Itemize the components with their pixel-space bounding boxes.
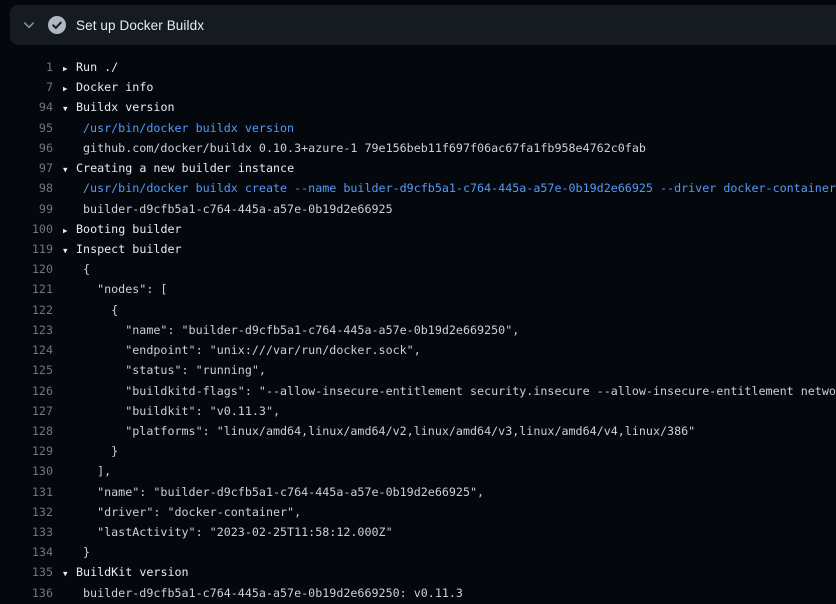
- log-text: Buildx version: [76, 97, 175, 117]
- line-number[interactable]: 129: [0, 441, 53, 461]
- chevron-down-icon[interactable]: [22, 18, 36, 32]
- log-line[interactable]: 128 "platforms": "linux/amd64,linux/amd6…: [0, 421, 836, 441]
- log-text: github.com/docker/buildx 0.10.3+azure-1 …: [83, 138, 646, 158]
- line-number[interactable]: 97: [0, 158, 53, 178]
- line-number[interactable]: 121: [0, 279, 53, 299]
- line-number[interactable]: 127: [0, 401, 53, 421]
- log-text: Creating a new builder instance: [76, 158, 294, 178]
- log-text: "buildkit": "v0.11.3",: [83, 401, 280, 421]
- log-text: builder-d9cfb5a1-c764-445a-a57e-0b19d2e6…: [83, 199, 393, 219]
- check-circle-icon: [47, 15, 67, 35]
- line-number[interactable]: 125: [0, 360, 53, 380]
- group-toggle-icon[interactable]: ▼: [63, 241, 76, 259]
- group-toggle-icon[interactable]: ▶: [63, 79, 76, 97]
- group-toggle-icon[interactable]: ▶: [63, 59, 76, 77]
- log-line[interactable]: 136 builder-d9cfb5a1-c764-445a-a57e-0b19…: [0, 583, 836, 603]
- log-text: }: [83, 441, 118, 461]
- log-line[interactable]: 129 }: [0, 441, 836, 461]
- line-number[interactable]: 98: [0, 178, 53, 198]
- log-line[interactable]: 1 ▶ Run ./: [0, 57, 836, 77]
- line-number[interactable]: 128: [0, 421, 53, 441]
- group-toggle-icon[interactable]: ▼: [63, 160, 76, 178]
- log-line[interactable]: 120 {: [0, 259, 836, 279]
- log-line[interactable]: 119 ▼ Inspect builder: [0, 239, 836, 259]
- line-number[interactable]: 96: [0, 138, 53, 158]
- log-line[interactable]: 124 "endpoint": "unix:///var/run/docker.…: [0, 340, 836, 360]
- line-number[interactable]: 95: [0, 118, 53, 138]
- line-number[interactable]: 1: [0, 57, 53, 77]
- line-number[interactable]: 7: [0, 77, 53, 97]
- log-text: {: [83, 259, 90, 279]
- log-text: ],: [83, 461, 111, 481]
- line-number[interactable]: 135: [0, 562, 53, 582]
- log-line[interactable]: 123 "name": "builder-d9cfb5a1-c764-445a-…: [0, 320, 836, 340]
- log-text: Booting builder: [76, 219, 182, 239]
- log-viewer: Set up Docker Buildx 1 ▶ Run ./ 7 ▶ Dock…: [0, 0, 836, 604]
- line-number[interactable]: 126: [0, 381, 53, 401]
- log-text: "buildkitd-flags": "--allow-insecure-ent…: [83, 381, 836, 401]
- log-line[interactable]: 126 "buildkitd-flags": "--allow-insecure…: [0, 381, 836, 401]
- log-text: Inspect builder: [76, 239, 182, 259]
- group-toggle-icon[interactable]: ▼: [63, 564, 76, 582]
- log-text: }: [83, 542, 90, 562]
- line-number[interactable]: 134: [0, 542, 53, 562]
- line-number[interactable]: 94: [0, 97, 53, 117]
- log-line[interactable]: 98 /usr/bin/docker buildx create --name …: [0, 178, 836, 198]
- line-number[interactable]: 119: [0, 239, 53, 259]
- line-number[interactable]: 132: [0, 502, 53, 522]
- log-text: "name": "builder-d9cfb5a1-c764-445a-a57e…: [83, 320, 519, 340]
- log-text: "name": "builder-d9cfb5a1-c764-445a-a57e…: [83, 482, 484, 502]
- log-text: /usr/bin/docker buildx create --name bui…: [83, 178, 836, 198]
- log-line[interactable]: 94 ▼ Buildx version: [0, 97, 836, 117]
- log-text: builder-d9cfb5a1-c764-445a-a57e-0b19d2e6…: [83, 583, 463, 603]
- group-toggle-icon[interactable]: ▼: [63, 99, 76, 117]
- log-text: BuildKit version: [76, 562, 189, 582]
- log-line[interactable]: 134 }: [0, 542, 836, 562]
- line-number[interactable]: 131: [0, 482, 53, 502]
- group-toggle-icon[interactable]: ▶: [63, 221, 76, 239]
- log-line[interactable]: 131 "name": "builder-d9cfb5a1-c764-445a-…: [0, 482, 836, 502]
- log-line[interactable]: 133 "lastActivity": "2023-02-25T11:58:12…: [0, 522, 836, 542]
- log-line[interactable]: 130 ],: [0, 461, 836, 481]
- log-lines: 1 ▶ Run ./ 7 ▶ Docker info 94 ▼ Buildx v…: [0, 45, 836, 604]
- log-line[interactable]: 127 "buildkit": "v0.11.3",: [0, 401, 836, 421]
- step-title: Set up Docker Buildx: [76, 18, 204, 33]
- line-number[interactable]: 123: [0, 320, 53, 340]
- log-line[interactable]: 96 github.com/docker/buildx 0.10.3+azure…: [0, 138, 836, 158]
- line-number[interactable]: 100: [0, 219, 53, 239]
- log-text: Docker info: [76, 77, 153, 97]
- log-line[interactable]: 100 ▶ Booting builder: [0, 219, 836, 239]
- line-number[interactable]: 124: [0, 340, 53, 360]
- log-text: "platforms": "linux/amd64,linux/amd64/v2…: [83, 421, 695, 441]
- log-line[interactable]: 132 "driver": "docker-container",: [0, 502, 836, 522]
- line-number[interactable]: 122: [0, 300, 53, 320]
- log-line[interactable]: 125 "status": "running",: [0, 360, 836, 380]
- log-text: "endpoint": "unix:///var/run/docker.sock…: [83, 340, 421, 360]
- log-line[interactable]: 95 /usr/bin/docker buildx version: [0, 118, 836, 138]
- log-line[interactable]: 97 ▼ Creating a new builder instance: [0, 158, 836, 178]
- log-text: /usr/bin/docker buildx version: [83, 118, 294, 138]
- log-text: "status": "running",: [83, 360, 266, 380]
- log-text: "nodes": [: [83, 279, 167, 299]
- log-line[interactable]: 122 {: [0, 300, 836, 320]
- log-text: {: [83, 300, 118, 320]
- log-line[interactable]: 99 builder-d9cfb5a1-c764-445a-a57e-0b19d…: [0, 199, 836, 219]
- log-line[interactable]: 121 "nodes": [: [0, 279, 836, 299]
- line-number[interactable]: 120: [0, 259, 53, 279]
- line-number[interactable]: 99: [0, 199, 53, 219]
- log-line[interactable]: 7 ▶ Docker info: [0, 77, 836, 97]
- line-number[interactable]: 136: [0, 583, 53, 603]
- log-text: Run ./: [76, 57, 118, 77]
- line-number[interactable]: 133: [0, 522, 53, 542]
- step-header[interactable]: Set up Docker Buildx: [10, 5, 836, 45]
- line-number[interactable]: 130: [0, 461, 53, 481]
- log-line[interactable]: 135 ▼ BuildKit version: [0, 562, 836, 582]
- log-text: "driver": "docker-container",: [83, 502, 301, 522]
- log-text: "lastActivity": "2023-02-25T11:58:12.000…: [83, 522, 393, 542]
